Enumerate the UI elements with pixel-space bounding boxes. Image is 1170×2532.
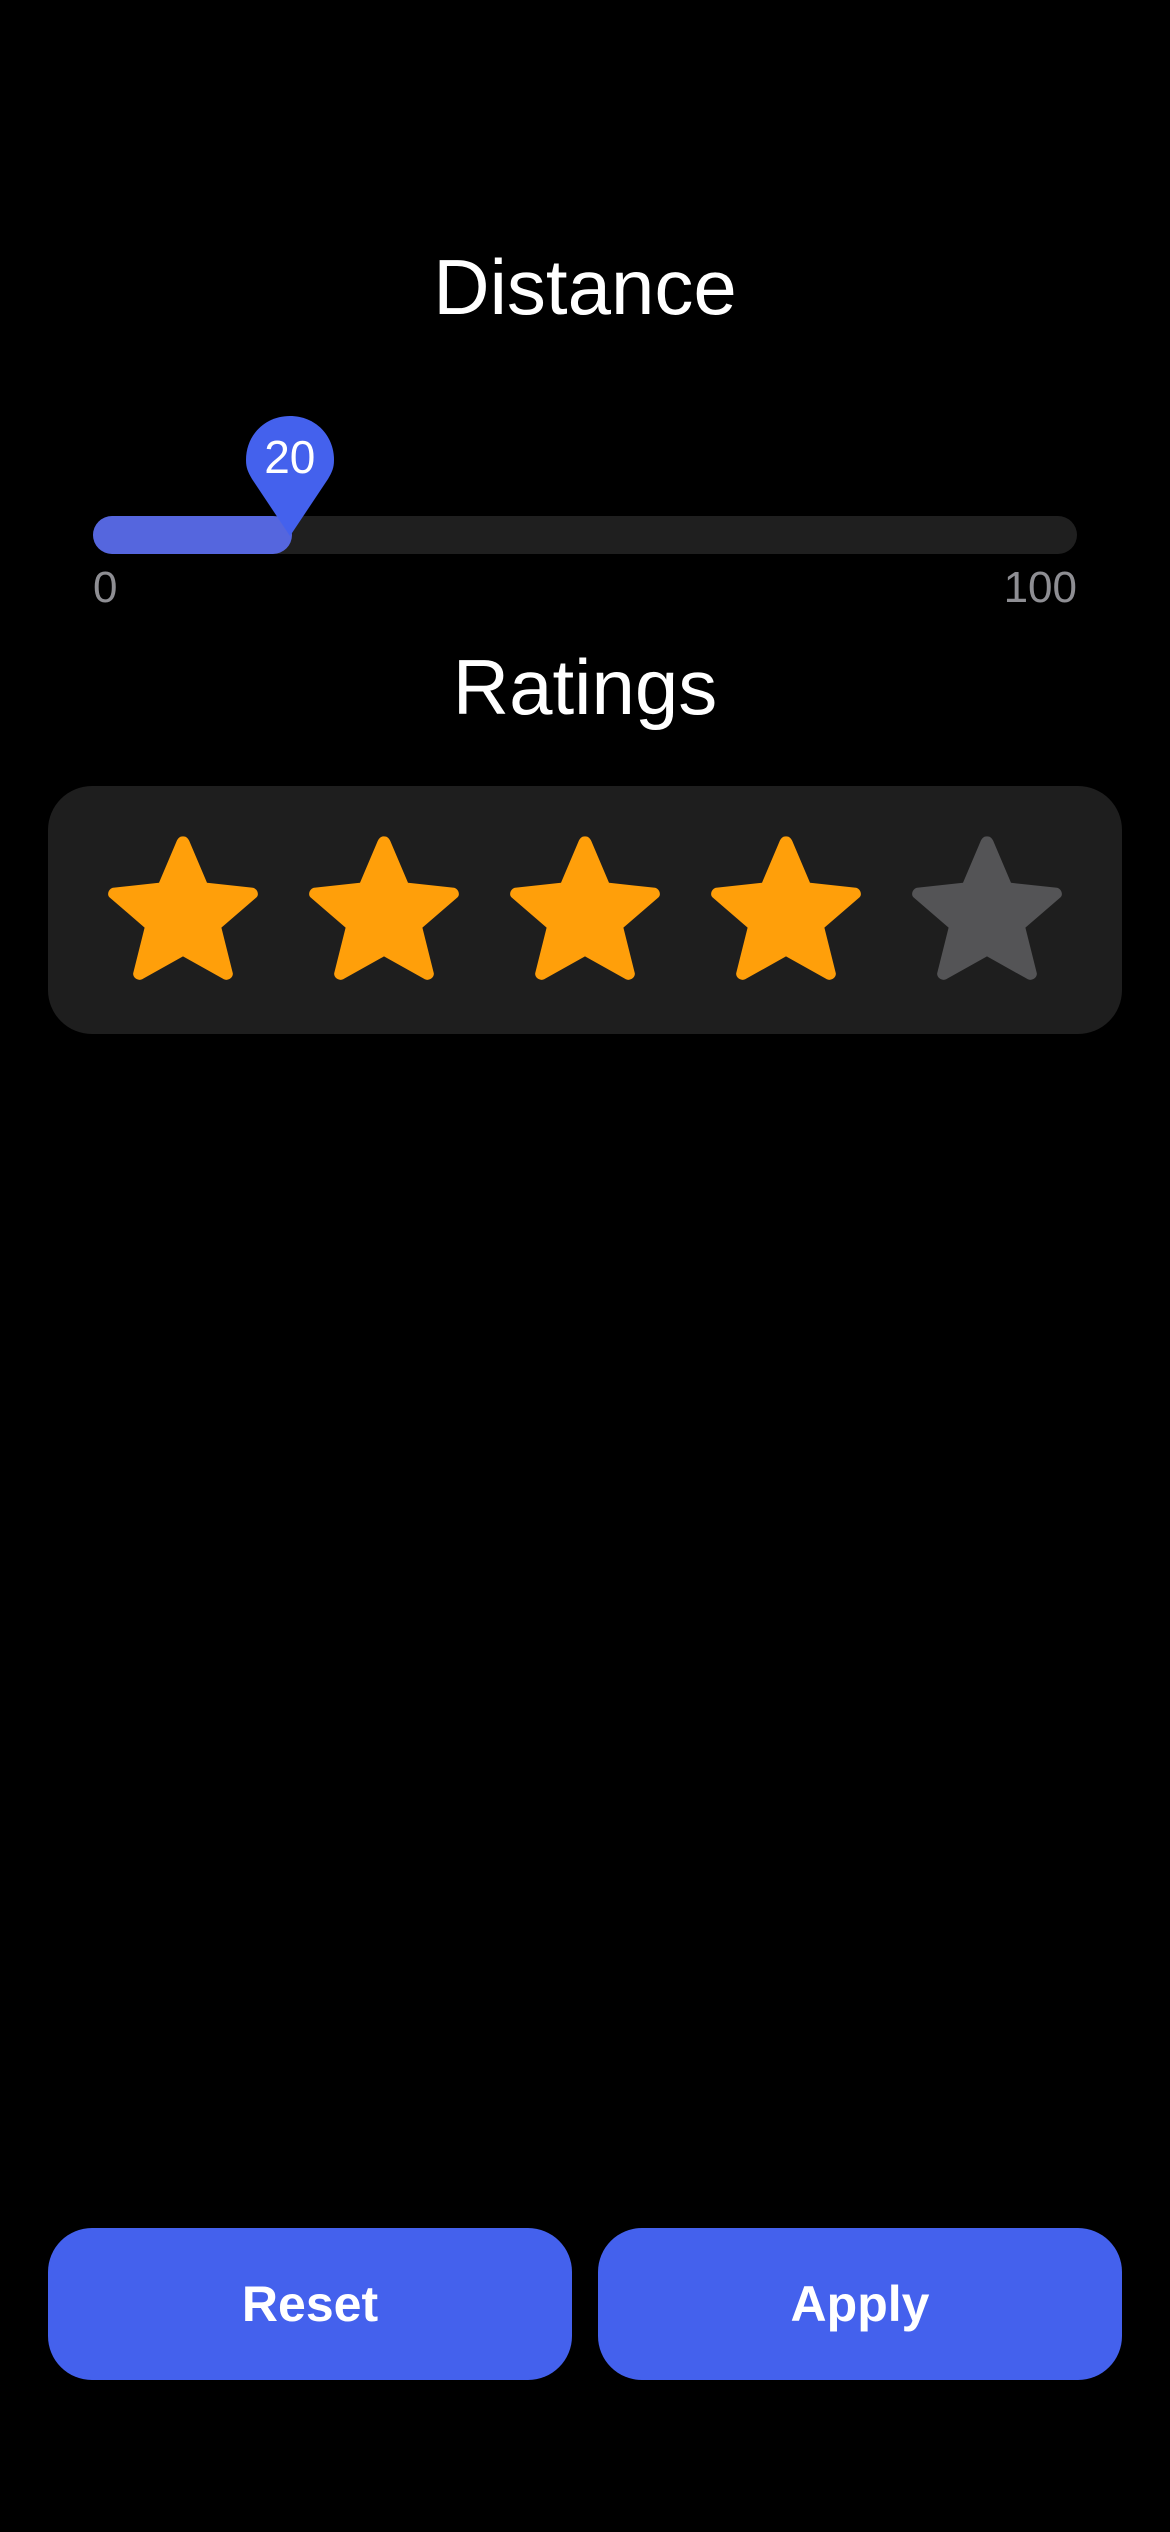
- distance-title: Distance: [433, 243, 737, 331]
- apply-button[interactable]: Apply: [598, 2228, 1122, 2380]
- ratings-title: Ratings: [452, 643, 718, 731]
- star-icon-2[interactable]: [304, 830, 464, 990]
- star-icon-4[interactable]: [706, 830, 866, 990]
- star-icon-1[interactable]: [103, 830, 263, 990]
- slider-thumb[interactable]: 20: [244, 414, 336, 538]
- slider-max-label: 100: [1003, 563, 1077, 612]
- slider-value-label: 20: [264, 431, 316, 483]
- star-icon-3[interactable]: [505, 830, 665, 990]
- ratings-panel: [48, 786, 1122, 1034]
- star-icon-5[interactable]: [907, 830, 1067, 990]
- reset-button[interactable]: Reset: [48, 2228, 572, 2380]
- distance-slider[interactable]: 20: [93, 416, 1077, 554]
- slider-min-label: 0: [93, 563, 118, 612]
